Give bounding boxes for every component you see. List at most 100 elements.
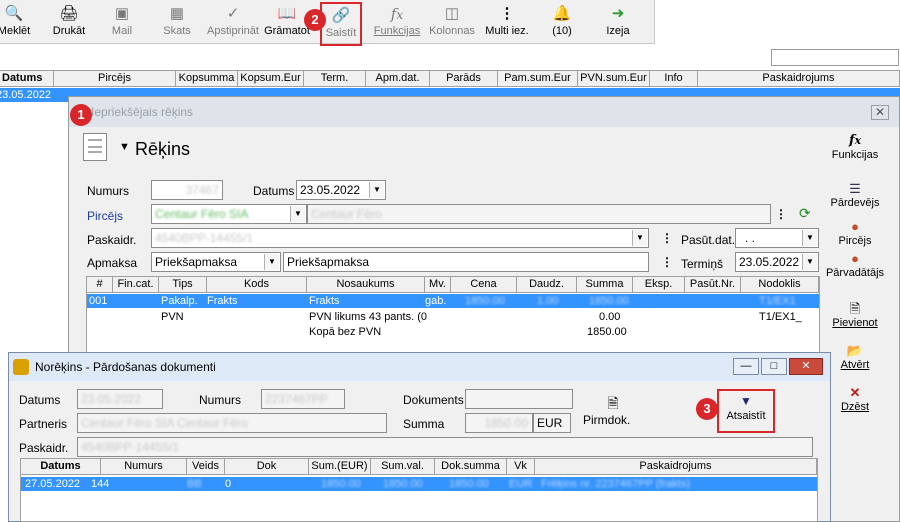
view-button[interactable]: ▦ Skats [156, 0, 198, 42]
dokuments-field [465, 389, 573, 409]
col-vk[interactable]: Vk [507, 459, 535, 475]
invoice-titlebar[interactable]: Iepriekšējais rēķins ✕ [69, 97, 899, 127]
add-button[interactable]: 🗎 Pievienot [825, 301, 885, 330]
summa-field: 1850.00 [465, 413, 533, 433]
table-row[interactable]: 27.05.2022 144 BB 0 1850.00 1850.00 1850… [21, 477, 817, 491]
apmaksa-label: Apmaksa [87, 256, 138, 270]
annotation-badge-1: 1 [70, 104, 92, 126]
pirmdok-label[interactable]: Pirmdok. [583, 413, 630, 427]
col-veids[interactable]: Veids [187, 459, 225, 475]
col-dok-summa[interactable]: Dok.summa [435, 459, 507, 475]
close-button[interactable]: ✕ [871, 105, 889, 120]
maximize-button[interactable]: □ [761, 358, 787, 375]
chevron-down-icon[interactable]: ▼ [369, 182, 384, 198]
col-pam-sum-eur[interactable]: Pam.sum.Eur [498, 71, 578, 87]
pircejs-label[interactable]: Pircējs [87, 209, 123, 223]
multi-button[interactable]: ⋮ Multi iez. [484, 0, 530, 42]
functions-button[interactable]: fx Funkcijas [372, 0, 422, 42]
unlink-button[interactable]: ▼ Atsaistīt [717, 389, 775, 433]
function-icon: fx [848, 133, 862, 148]
arrow-down-icon: ▼ [740, 394, 752, 408]
chevron-down-icon[interactable]: ▼ [264, 254, 279, 270]
col-numurs[interactable]: Numurs [101, 459, 187, 475]
invoice-lines-header: # Fin.cat. Tips Kods Nosaukums Mv. Cena … [87, 277, 819, 293]
col-parads[interactable]: Parāds [430, 71, 498, 87]
col-datums[interactable]: Datums [0, 71, 54, 87]
paskaidr-label: Paskaidr. [19, 441, 69, 455]
col-cena[interactable]: Cena [451, 277, 517, 293]
col-paskaidrojums[interactable]: Paskaidrojums [698, 71, 900, 87]
chevron-down-icon[interactable]: ▼ [632, 230, 647, 246]
minimize-button[interactable]: — [733, 358, 759, 375]
col-eksp[interactable]: Eksp. [633, 277, 685, 293]
numurs-label: Numurs [87, 184, 130, 198]
table-row[interactable]: 001 Pakalp. Frakts Frakts gab. 1850.00 1… [87, 294, 819, 308]
add-document-icon: 🗎 [849, 301, 861, 316]
col-fin-cat[interactable]: Fin.cat. [113, 277, 159, 293]
buyer-button[interactable]: ● Pircējs [825, 219, 885, 248]
col-pasut-nr[interactable]: Pasūt.Nr. [685, 277, 741, 293]
carrier-button[interactable]: ● Pārvadātājs [825, 251, 885, 280]
table-row[interactable]: Kopā bez PVN 1850.00 [87, 325, 819, 339]
delete-button[interactable]: ✕ Dzēst [825, 385, 885, 414]
more-icon[interactable]: ⋮ [661, 231, 673, 245]
col-nosaukums[interactable]: Nosaukums [307, 277, 425, 293]
more-icon[interactable]: ⋮ [661, 255, 673, 269]
close-icon: ✕ [874, 105, 886, 119]
refresh-icon[interactable]: ⟳ [799, 205, 811, 222]
col-paskaidrojums[interactable]: Paskaidrojums [535, 459, 817, 475]
print-button[interactable]: 🖨 Drukāt [48, 0, 90, 42]
pasut-dat-label: Pasūt.dat. [681, 233, 736, 247]
open-button[interactable]: 📂 Atvērt [825, 343, 885, 372]
col-pircejs[interactable]: Pircējs [54, 71, 176, 87]
col-tips[interactable]: Tips [159, 277, 207, 293]
approve-button[interactable]: ✓ Apstiprināt [204, 0, 262, 42]
apmaksa-text-field[interactable]: Priekšapmaksa [283, 252, 649, 272]
termins-field[interactable]: 23.05.2022 ▼ [735, 252, 819, 272]
col-pvn-sum-eur[interactable]: PVN.sum.Eur [578, 71, 650, 87]
col-info[interactable]: Info [650, 71, 698, 87]
col-mv[interactable]: Mv. [425, 277, 451, 293]
col-kods[interactable]: Kods [207, 277, 307, 293]
settlement-titlebar[interactable]: Norēķins - Pārdošanas dokumenti — □ ✕ [9, 353, 830, 381]
datums-label: Datums [19, 393, 61, 407]
seller-button[interactable]: ☰ Pārdevējs [825, 181, 885, 210]
mail-button[interactable]: ▣ Mail [104, 0, 140, 42]
col-sum-eur[interactable]: Sum.(EUR) [309, 459, 371, 475]
close-button[interactable]: ✕ [789, 358, 823, 375]
pircejs-code-field[interactable]: Centaur Fēro SIA ▼ [151, 204, 307, 224]
termins-label: Termiņš [681, 257, 724, 271]
search-button[interactable]: 🔍 Meklēt [0, 0, 32, 42]
functions-button-side[interactable]: fx Funkcijas [825, 133, 885, 162]
numurs-field: 2237467PP [261, 389, 345, 409]
chevron-down-icon[interactable]: ▼ [290, 206, 305, 222]
col-datums[interactable]: Datums [21, 459, 101, 475]
chevron-down-icon[interactable]: ▼ [802, 254, 817, 270]
table-row[interactable]: PVN PVN likums 43 pants. (0 0.00 T1/EX1_ [87, 310, 819, 324]
col-summa[interactable]: Summa [577, 277, 633, 293]
settlement-grid-header: Datums Numurs Veids Dok Sum.(EUR) Sum.va… [21, 459, 817, 475]
col-sum-val[interactable]: Sum.val. [371, 459, 435, 475]
pasut-dat-field[interactable]: . . ▼ [735, 228, 819, 248]
col-kopsumma[interactable]: Kopsumma [176, 71, 238, 87]
paskaidr-field[interactable]: 4540BPP-14455/1 ▼ [151, 228, 649, 248]
chevron-down-icon[interactable]: ▼ [802, 230, 817, 246]
col-num[interactable]: # [87, 277, 113, 293]
apmaksa-select[interactable]: Priekšapmaksa ▼ [151, 252, 281, 272]
datums-field[interactable]: 23.05.2022 ▼ [296, 180, 386, 200]
alarms-button[interactable]: 🔔 (10) [544, 0, 580, 42]
col-apm-dat[interactable]: Apm.dat. [366, 71, 430, 87]
more-icon[interactable]: ⋮ [775, 207, 787, 221]
col-dok[interactable]: Dok [225, 459, 309, 475]
columns-button[interactable]: ◫ Kolonnas [428, 0, 476, 42]
col-nodoklis[interactable]: Nodoklis [741, 277, 819, 293]
col-term[interactable]: Term. [304, 71, 366, 87]
numurs-field[interactable]: 37467 [151, 180, 223, 200]
quick-search-input[interactable] [771, 49, 899, 66]
caret-down-icon[interactable]: ▼ [119, 141, 130, 153]
col-kopsum-eur[interactable]: Kopsum.Eur [238, 71, 304, 87]
col-daudz[interactable]: Daudz. [517, 277, 577, 293]
minimize-icon: — [740, 360, 752, 372]
link-button[interactable]: 🔗 Saistīt [320, 2, 362, 46]
exit-button[interactable]: ➜ Izeja [600, 0, 636, 42]
